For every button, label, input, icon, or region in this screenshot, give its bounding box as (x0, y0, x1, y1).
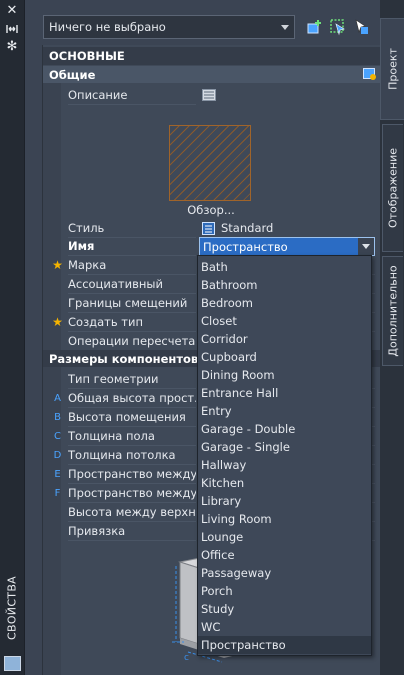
auto-hide-icon[interactable] (5, 22, 19, 36)
dropdown-option-selected[interactable]: Пространство (198, 636, 371, 654)
property-row-description[interactable]: Описание (43, 86, 399, 105)
dropdown-option[interactable]: Kitchen (198, 474, 371, 492)
dropdown-option[interactable]: Lounge (198, 528, 371, 546)
dropdown-option[interactable]: Dining Room (198, 366, 371, 384)
palette-title-strip: ✕ ✻ СВОЙСТВА (0, 0, 25, 675)
palette-tabs: Проект Отображение Дополнительно (380, 0, 404, 675)
dropdown-option[interactable]: Office (198, 546, 371, 564)
dropdown-option[interactable]: Bedroom (198, 294, 371, 312)
dropdown-option[interactable]: Library (198, 492, 371, 510)
chevron-down-icon (281, 25, 289, 30)
hatch-swatch[interactable] (169, 125, 251, 201)
dropdown-button[interactable] (358, 238, 374, 255)
palette-title: СВОЙСТВА (5, 576, 19, 640)
dropdown-option[interactable]: Bathroom (198, 276, 371, 294)
tab-display[interactable]: Отображение (382, 124, 403, 252)
settings-gear-icon[interactable]: ✻ (5, 40, 19, 54)
dropdown-option[interactable]: WC (198, 618, 371, 636)
dropdown-option[interactable]: Cupboard (198, 348, 371, 366)
property-row-style[interactable]: Стиль Standard (43, 219, 399, 238)
close-icon[interactable]: ✕ (5, 4, 19, 18)
dropdown-option[interactable]: Passageway (198, 564, 371, 582)
description-edit-icon[interactable] (202, 89, 216, 101)
tab-design[interactable]: Проект (380, 18, 404, 120)
select-objects-icon[interactable] (329, 18, 347, 36)
dropdown-option[interactable]: Porch (198, 582, 371, 600)
browse-button[interactable]: Обзор... (171, 203, 251, 217)
dropdown-option[interactable]: Garage - Double (198, 420, 371, 438)
name-dropdown-list[interactable]: Bath Bathroom Bedroom Closet Corridor Cu… (197, 255, 372, 656)
dropdown-option[interactable]: Study (198, 600, 371, 618)
toggle-pickadd-icon[interactable] (352, 18, 370, 36)
category-basic[interactable]: ОСНОВНЫЕ (43, 47, 399, 65)
dropdown-option[interactable]: Bath (198, 258, 371, 276)
dropdown-option[interactable]: Hallway (198, 456, 371, 474)
palette-menu-icon[interactable] (4, 656, 21, 671)
style-preview: Обзор... (61, 120, 375, 220)
object-viewer-icon[interactable] (363, 68, 377, 81)
selection-toolbar: Ничего не выбрано (25, 8, 380, 42)
dropdown-option[interactable]: Closet (198, 312, 371, 330)
svg-text:c: c (184, 653, 189, 663)
selection-dropdown[interactable]: Ничего не выбрано (43, 15, 295, 39)
tab-extended-data[interactable]: Дополнительно (382, 256, 403, 366)
style-icon (202, 222, 215, 235)
dropdown-option[interactable]: Entrance Hall (198, 384, 371, 402)
name-combo[interactable]: Пространство (199, 237, 375, 256)
dropdown-option[interactable]: Living Room (198, 510, 371, 528)
property-row-name[interactable]: Имя Пространство (43, 237, 399, 256)
dropdown-option[interactable]: Corridor (198, 330, 371, 348)
dropdown-option[interactable]: Entry (198, 402, 371, 420)
quick-select-icon[interactable] (306, 18, 324, 36)
subcategory-general[interactable]: Общие (43, 66, 399, 83)
dropdown-option[interactable]: Garage - Single (198, 438, 371, 456)
